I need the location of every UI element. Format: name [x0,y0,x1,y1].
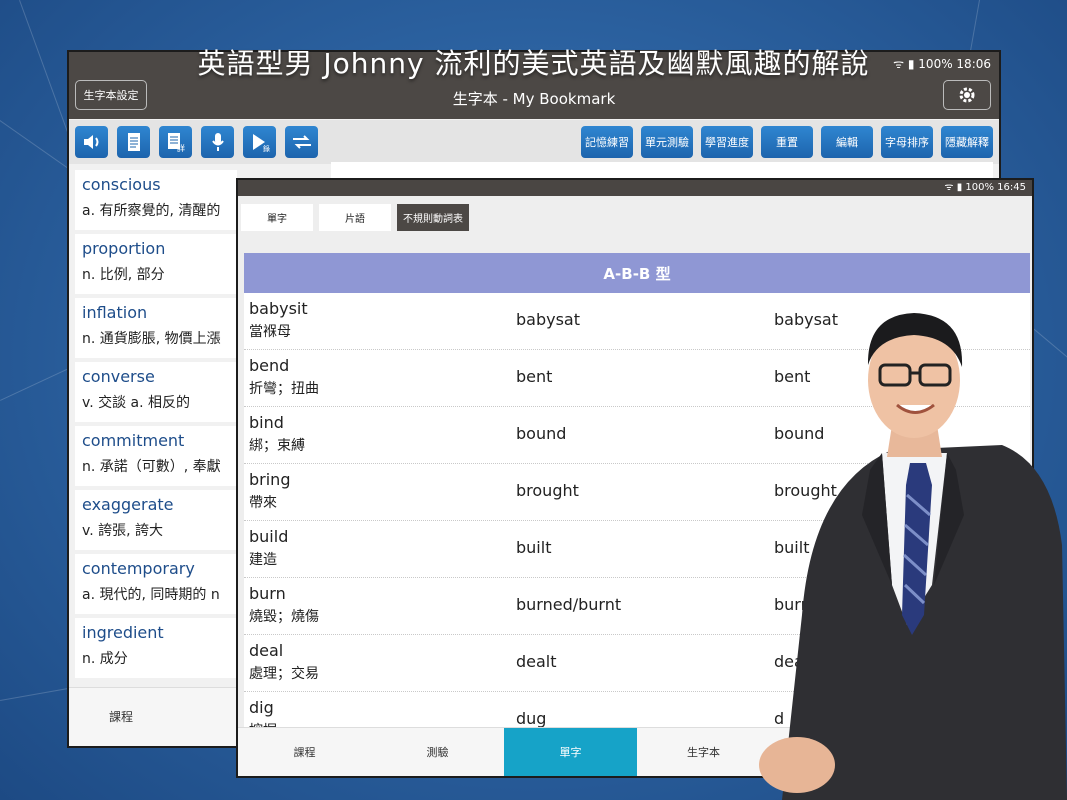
swap-icon[interactable] [285,126,318,158]
nav-quiz[interactable]: 測驗 [371,728,504,776]
alpha-sort-button[interactable]: 字母排序 [881,126,933,158]
tab-vocabulary[interactable]: 單字 [241,204,313,231]
hide-explanation-button[interactable]: 隱藏解釋 [941,126,993,158]
promo-headline: 英語型男 Johnny 流利的美式英語及幽默風趣的解說 [197,47,870,80]
list-item[interactable]: inflation n. 通貨膨脹, 物價上漲 [75,298,237,358]
tab-irregular-verbs[interactable]: 不規則動詞表 [397,204,469,231]
status-bar: ᯤ ▮ 100% 16:45 [238,180,1032,196]
toolbar: 詳 錄 記憶練習 單元測驗 學習進度 重置 編輯 字母排序 隱藏解釋 [69,120,999,164]
battery-icon: ▮ [956,182,963,193]
microphone-icon[interactable] [201,126,234,158]
page-title: 生字本 - My Bookmark [452,90,616,108]
nav-course[interactable]: 課程 [238,728,371,776]
svg-text:詳: 詳 [177,143,185,152]
list-item[interactable]: contemporary a. 現代的, 同時期的 n [75,554,237,614]
svg-text:錄: 錄 [263,144,270,152]
instructor-photo [759,313,1067,800]
speaker-icon[interactable] [75,126,108,158]
gear-icon[interactable] [943,80,991,110]
document-icon[interactable] [117,126,150,158]
nav-course[interactable]: 課程 [109,708,133,725]
list-item[interactable]: conscious a. 有所察覺的, 清醒的 [75,170,237,230]
progress-button[interactable]: 學習進度 [701,126,753,158]
tab-phrases[interactable]: 片語 [319,204,391,231]
wifi-icon: ᯤ [944,182,954,193]
list-item[interactable]: ingredient n. 成分 [75,618,237,678]
tab-bar: 單字 片語 不規則動詞表 [238,196,1032,236]
edit-button[interactable]: 編輯 [821,126,873,158]
word-list: conscious a. 有所察覺的, 清醒的 proportion n. 比例, … [75,170,237,682]
list-item[interactable]: exaggerate v. 誇張, 誇大 [75,490,237,550]
reset-button[interactable]: 重置 [761,126,813,158]
list-item[interactable]: proportion n. 比例, 部分 [75,234,237,294]
play-record-icon[interactable]: 錄 [243,126,276,158]
unit-test-button[interactable]: 單元測驗 [641,126,693,158]
list-item[interactable]: converse v. 交談 a. 相反的 [75,362,237,422]
memory-practice-button[interactable]: 記憶練習 [581,126,633,158]
detail-document-icon[interactable]: 詳 [159,126,192,158]
nav-vocabulary[interactable]: 單字 [504,728,637,776]
list-item[interactable]: commitment n. 承諾（可數）, 奉獻 [75,426,237,486]
